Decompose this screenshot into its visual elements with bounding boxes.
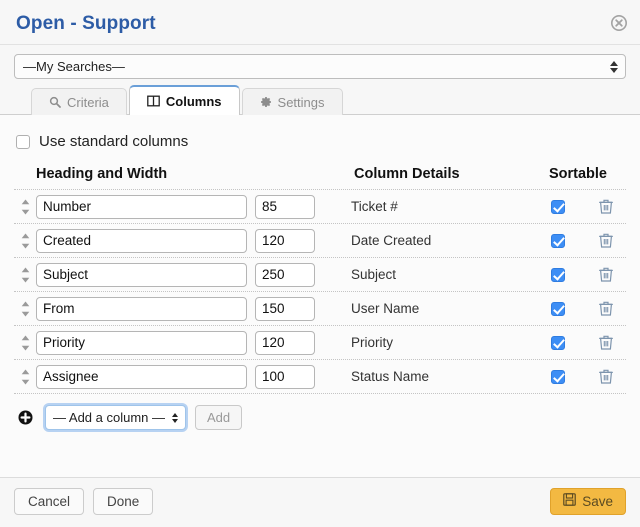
drag-handle-icon[interactable]: [14, 198, 36, 216]
column-details-label: Subject: [351, 267, 397, 282]
column-details-label: Ticket #: [351, 199, 398, 214]
drag-handle-icon[interactable]: [14, 232, 36, 250]
column-heading-input[interactable]: [36, 330, 247, 355]
delete-column-button[interactable]: [586, 369, 626, 384]
sortable-checkbox[interactable]: [551, 335, 565, 350]
column-details-label: User Name: [351, 301, 420, 316]
table-row: Priority: [14, 326, 626, 360]
column-width-input[interactable]: [255, 330, 315, 355]
drag-handle-icon[interactable]: [14, 334, 36, 352]
use-standard-columns-label: Use standard columns: [39, 133, 189, 150]
header-column-details: Column Details: [354, 166, 460, 182]
column-heading-input[interactable]: [36, 364, 247, 389]
stepper-arrows-icon: [172, 412, 178, 423]
drag-handle-icon[interactable]: [14, 368, 36, 386]
column-details-label: Date Created: [351, 233, 432, 248]
add-column-select-value: — Add a column —: [53, 410, 165, 425]
add-column-row: — Add a column — Add: [14, 394, 626, 430]
save-button-label: Save: [582, 494, 613, 509]
search-dialog: Open - Support —My Searches— Criteria Co…: [0, 0, 640, 527]
table-row: Date Created: [14, 224, 626, 258]
tab-criteria[interactable]: Criteria: [31, 88, 127, 115]
tab-columns[interactable]: Columns: [128, 85, 240, 115]
sortable-checkbox[interactable]: [551, 267, 565, 282]
add-button[interactable]: Add: [195, 405, 243, 430]
delete-column-button[interactable]: [586, 267, 626, 282]
columns-panel: Use standard columns Heading and Width C…: [0, 115, 640, 477]
close-circle-icon[interactable]: [610, 14, 628, 32]
table-row: Ticket #: [14, 190, 626, 224]
sortable-checkbox[interactable]: [551, 199, 565, 214]
stepper-arrows-icon: [610, 60, 618, 73]
plus-circle-icon[interactable]: [14, 410, 36, 425]
use-standard-columns-checkbox[interactable]: [16, 134, 30, 149]
cancel-button[interactable]: Cancel: [14, 488, 85, 515]
column-heading-input[interactable]: [36, 262, 247, 287]
column-width-input[interactable]: [255, 262, 315, 287]
table-row: Status Name: [14, 360, 626, 394]
column-width-input[interactable]: [255, 228, 315, 253]
column-rows: Ticket # Date Created Subject User Name Prio…: [14, 190, 626, 394]
sortable-checkbox[interactable]: [551, 301, 565, 316]
dialog-footer: Cancel Done Save: [0, 477, 640, 527]
column-width-input[interactable]: [255, 194, 315, 219]
use-standard-columns-row: Use standard columns: [14, 115, 626, 164]
column-heading-input[interactable]: [36, 296, 247, 321]
header-sortable: Sortable: [548, 166, 607, 182]
column-width-input[interactable]: [255, 364, 315, 389]
table-row: Subject: [14, 258, 626, 292]
add-column-select[interactable]: — Add a column —: [45, 405, 186, 430]
delete-column-button[interactable]: [586, 233, 626, 248]
sortable-checkbox[interactable]: [551, 369, 565, 384]
drag-handle-icon[interactable]: [14, 266, 36, 284]
tab-settings[interactable]: Settings: [241, 88, 343, 115]
delete-column-button[interactable]: [586, 301, 626, 316]
tab-columns-label: Columns: [165, 93, 222, 109]
tab-criteria-label: Criteria: [67, 94, 109, 110]
column-details-label: Status Name: [351, 369, 430, 384]
table-header-row: Heading and Width Column Details Sortabl…: [14, 164, 626, 190]
tab-settings-label: Settings: [277, 94, 325, 110]
page-title: Open - Support: [16, 13, 156, 34]
delete-column-button[interactable]: [586, 335, 626, 350]
column-heading-input[interactable]: [36, 228, 247, 253]
delete-column-button[interactable]: [586, 199, 626, 214]
save-button[interactable]: Save: [550, 488, 626, 515]
search-icon: [49, 96, 61, 108]
table-row: User Name: [14, 292, 626, 326]
column-details-label: Priority: [351, 335, 394, 350]
columns-icon: [147, 95, 160, 107]
tab-bar: Criteria Columns Settings: [0, 79, 640, 115]
dialog-header: Open - Support: [0, 0, 640, 45]
column-width-input[interactable]: [255, 296, 315, 321]
done-button[interactable]: Done: [93, 488, 154, 515]
gear-icon: [260, 96, 272, 108]
sortable-checkbox[interactable]: [551, 233, 565, 248]
floppy-save-icon: [563, 490, 577, 513]
saved-search-row: —My Searches—: [0, 45, 640, 79]
header-heading-and-width: Heading and Width: [36, 166, 168, 182]
saved-search-value: —My Searches—: [23, 59, 125, 74]
drag-handle-icon[interactable]: [14, 300, 36, 318]
column-heading-input[interactable]: [36, 194, 247, 219]
saved-search-select[interactable]: —My Searches—: [14, 54, 626, 79]
